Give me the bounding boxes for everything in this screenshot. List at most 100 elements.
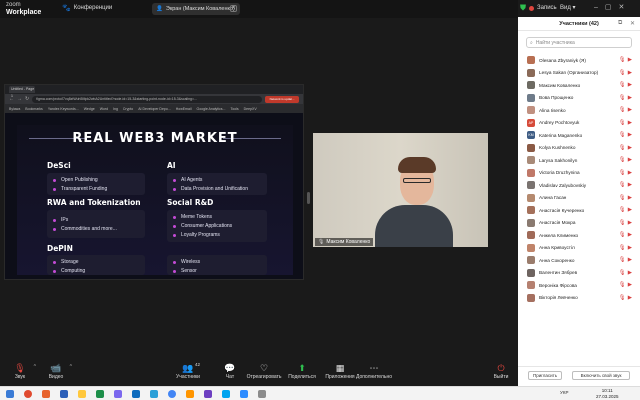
- participants-button[interactable]: 👥 42 Участники: [164, 362, 212, 380]
- chevron-up-icon[interactable]: ^: [70, 364, 72, 370]
- screen-share-pill[interactable]: 👤 Экран (Максим Коваленко) ✕: [152, 3, 240, 15]
- back-icon[interactable]: ←: [9, 96, 14, 102]
- video-button[interactable]: 📹 ^ Видео: [32, 362, 80, 380]
- popout-icon[interactable]: ⧉: [618, 20, 622, 27]
- mic-muted-icon: 🎙: [618, 119, 628, 126]
- extension-button[interactable]: Network is updat...: [265, 95, 299, 103]
- participants-panel: Участники (42) ⧉ ✕ ⌕ Найти участника Ole…: [518, 17, 640, 386]
- section-box-rwa: IPs Commodities and more...: [47, 210, 145, 238]
- bookmark[interactable]: AI Developer Depo...: [138, 107, 171, 111]
- camera-off-icon: ▶: [627, 107, 634, 113]
- url-field[interactable]: figma.com/proto/l7vq8ztWuh5Mpk2wbA2Untit…: [32, 95, 262, 103]
- excel-icon[interactable]: [96, 390, 104, 398]
- participant-name: Lesya Sakan (Организатор): [539, 70, 599, 76]
- app-icon-4[interactable]: [222, 390, 230, 398]
- chrome-icon[interactable]: [168, 390, 176, 398]
- participant-row[interactable]: Анжела Клименко 🎙▶: [518, 229, 640, 242]
- bullet-icon: [173, 216, 176, 219]
- participant-name: Katerina Maganenko: [539, 132, 583, 138]
- browser-address-bar: ← → ↻ figma.com/proto/l7vq8ztWuh5Mpk2wbA…: [5, 94, 303, 104]
- participant-name: Валентин Зябрев: [539, 270, 578, 276]
- office-icon[interactable]: [42, 390, 50, 398]
- avatar: [527, 93, 535, 102]
- record-indicator[interactable]: ⛊ Запись: [520, 3, 557, 13]
- close-panel-icon[interactable]: ✕: [630, 20, 635, 27]
- participant-row[interactable]: Вероніка Фірсова 🎙▶: [518, 279, 640, 292]
- avatar: [527, 106, 535, 115]
- participant-row[interactable]: Victoria Druzhynina 🎙▶: [518, 167, 640, 180]
- participant-row[interactable]: Валентин Зябрев 🎙▶: [518, 267, 640, 280]
- app-icon[interactable]: [114, 390, 122, 398]
- language-indicator[interactable]: УКР: [560, 390, 568, 395]
- participant-row[interactable]: Анна Сокоренко 🎙▶: [518, 254, 640, 267]
- participant-row[interactable]: Larysa Sakhonilyn 🎙▶: [518, 154, 640, 167]
- participant-row[interactable]: Максим Коваленко 🎙▶: [518, 79, 640, 92]
- item-text: Transparent Funding: [61, 186, 108, 192]
- video-label: Видео: [48, 374, 64, 380]
- view-button[interactable]: Вид ▾: [560, 4, 576, 11]
- video-tile[interactable]: 🎙 Максим Коваленко: [313, 133, 488, 247]
- bookmark[interactable]: Bookmarks: [25, 107, 43, 111]
- telegram-icon[interactable]: [150, 390, 158, 398]
- bookmark[interactable]: Google Analytics...: [196, 107, 225, 111]
- bookmark[interactable]: DeepXV: [244, 107, 257, 111]
- bookmark[interactable]: Wedge: [84, 107, 95, 111]
- section-title-social: Social R&D: [167, 198, 214, 207]
- participant-row[interactable]: Вікторія Левченко 🎙▶: [518, 292, 640, 305]
- forward-icon[interactable]: →: [17, 96, 22, 102]
- participant-row[interactable]: Kolya Kushnenko 🎙▶: [518, 142, 640, 155]
- panel-footer: Пригласить Включить свой звук: [518, 366, 640, 386]
- app-icon-5[interactable]: [258, 390, 266, 398]
- invite-button[interactable]: Пригласить: [528, 371, 562, 380]
- more-button[interactable]: ⋯ Дополнительно: [344, 362, 404, 380]
- section-box-depin: Storage Computing: [47, 255, 145, 275]
- participant-status-icons: 🎙▶: [619, 82, 634, 88]
- close-icon[interactable]: ✕: [230, 5, 237, 12]
- list-item: Computing: [53, 267, 145, 276]
- unmute-self-button[interactable]: Включить свой звук: [572, 371, 630, 380]
- bookmark[interactable]: Ing: [113, 107, 118, 111]
- window-controls[interactable]: –▢✕: [594, 3, 631, 11]
- participant-row[interactable]: AP Andrey Pochtovyuk 🎙▶: [518, 117, 640, 130]
- bookmark[interactable]: Crypto: [123, 107, 133, 111]
- leave-button[interactable]: ⏻ Выйти: [488, 362, 514, 380]
- app-icon-2[interactable]: [186, 390, 194, 398]
- participant-row[interactable]: Vladislav Zalyubovskiy 🎙▶: [518, 179, 640, 192]
- bookmark[interactable]: Bylawa: [9, 107, 20, 111]
- outlook-icon[interactable]: [132, 390, 140, 398]
- participant-row[interactable]: Алина Гасан 🎙▶: [518, 192, 640, 205]
- participant-status-icons: 🎙▶: [619, 195, 634, 201]
- word-icon[interactable]: [60, 390, 68, 398]
- opera-icon[interactable]: [24, 390, 32, 398]
- zoom-app-icon[interactable]: [240, 390, 248, 398]
- participant-row[interactable]: Анна Кривоустіл 🎙▶: [518, 242, 640, 255]
- mic-muted-icon: 🎙: [618, 69, 628, 76]
- browser-tab[interactable]: Untitled - Page 1: [9, 86, 35, 98]
- conferences-button[interactable]: 🐾 Конференции: [62, 4, 112, 12]
- bullet-icon: [173, 188, 176, 191]
- avatar: [527, 268, 535, 277]
- clock[interactable]: 10:11 27.03.2025: [596, 388, 619, 400]
- app-icon-3[interactable]: [204, 390, 212, 398]
- participant-row[interactable]: Анастасія Кучеренко 🎙▶: [518, 204, 640, 217]
- start-icon[interactable]: [6, 390, 14, 398]
- participant-row[interactable]: Alina Iisenko 🎙▶: [518, 104, 640, 117]
- reload-icon[interactable]: ↻: [25, 96, 29, 102]
- video-name-tag: 🎙 Максим Коваленко: [315, 238, 374, 246]
- bookmark[interactable]: Word: [100, 107, 108, 111]
- split-handle[interactable]: [307, 192, 310, 204]
- participant-row[interactable]: Анастасія Мокра 🎙▶: [518, 217, 640, 230]
- mic-muted-icon: 🎙: [618, 294, 628, 301]
- list-item: AI Agents: [173, 176, 267, 185]
- bookmark[interactable]: Tools: [230, 107, 238, 111]
- participant-row[interactable]: Olesana Zbyraniyk (Я) 🎙▶: [518, 54, 640, 67]
- participant-row[interactable]: Вова Прощенко 🎙▶: [518, 92, 640, 105]
- bookmark[interactable]: HowEmail: [176, 107, 192, 111]
- participant-row[interactable]: Lesya Sakan (Организатор) 🎙▶: [518, 67, 640, 80]
- clock-date: 27.03.2025: [596, 394, 619, 399]
- folder-icon[interactable]: [78, 390, 86, 398]
- item-text: Data Provision and Unification: [181, 186, 248, 192]
- participant-row[interactable]: KM Katerina Maganenko 🎙▶: [518, 129, 640, 142]
- participant-search-input[interactable]: ⌕ Найти участника: [526, 37, 632, 48]
- bookmark[interactable]: Yandex Keywords...: [48, 107, 79, 111]
